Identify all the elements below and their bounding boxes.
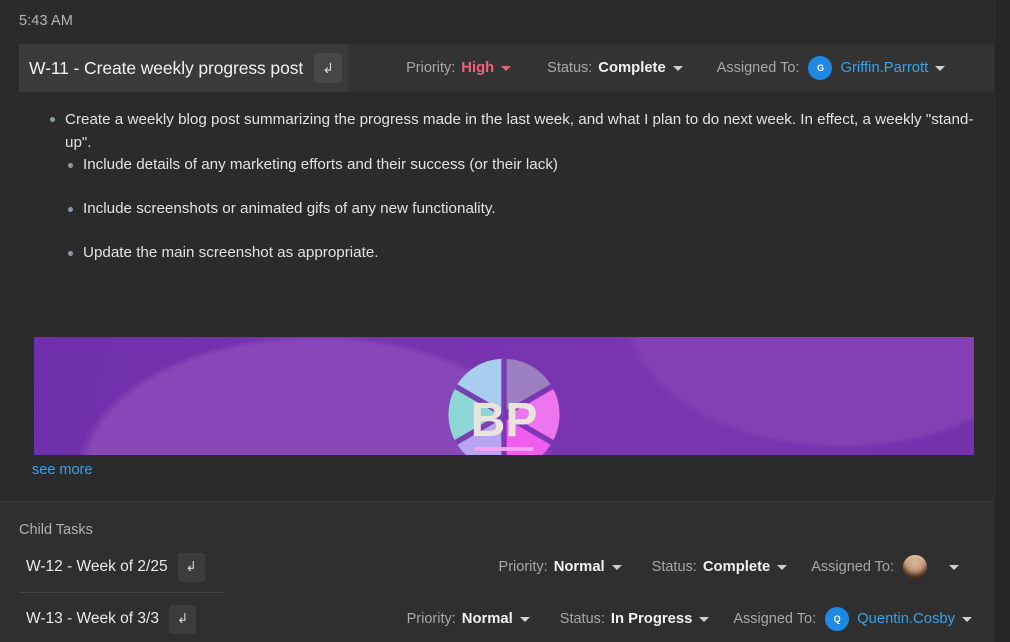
status-value[interactable]: In Progress: [611, 611, 692, 627]
table-row[interactable]: W-13 - Week of 3/3 ↲ Priority: Normal St…: [0, 594, 994, 642]
aperture-logo-icon: BP: [448, 358, 560, 455]
logo-text: BP: [471, 394, 538, 447]
chevron-down-icon[interactable]: [611, 564, 622, 570]
arrow-down-right-icon[interactable]: ↲: [177, 552, 205, 582]
priority-label: Priority:: [406, 60, 456, 76]
avatar[interactable]: Q: [825, 607, 850, 631]
status-label: Status:: [559, 611, 605, 627]
description-sublist: Include details of any marketing efforts…: [65, 154, 994, 264]
chevron-down-icon[interactable]: [672, 65, 683, 71]
assignee-name[interactable]: Quentin.Cosby: [857, 611, 955, 627]
description-list: Create a weekly blog post summarizing th…: [0, 108, 994, 264]
priority-value[interactable]: Normal: [462, 611, 513, 627]
child-task-meta: Priority: Normal Status: In Progress Ass…: [407, 607, 994, 631]
chevron-down-icon[interactable]: [935, 65, 946, 71]
list-item-text: Include details of any marketing efforts…: [83, 156, 558, 173]
arrow-down-right-icon[interactable]: ↲: [168, 604, 196, 634]
child-task-title[interactable]: W-13 - Week of 3/3: [26, 610, 159, 628]
list-item: Update the main screenshot as appropriat…: [65, 242, 994, 264]
assigned-to-label: Assigned To:: [716, 60, 800, 76]
assignee-name[interactable]: Griffin.Parrott: [840, 60, 928, 76]
banner-image: BP: [34, 337, 974, 455]
child-task-meta: Priority: Normal Status: Complete Assign…: [499, 555, 994, 579]
see-more-link[interactable]: see more: [32, 462, 92, 478]
status-label: Status:: [547, 60, 593, 76]
main-task-header: W-11 - Create weekly progress post ↲ Pri…: [19, 44, 994, 92]
status-value[interactable]: Complete: [703, 559, 770, 575]
avatar[interactable]: [903, 555, 927, 579]
list-item-text: Include screenshots or animated gifs of …: [83, 200, 496, 217]
chevron-down-icon[interactable]: [962, 616, 972, 622]
priority-value[interactable]: Normal: [554, 559, 605, 575]
avatar[interactable]: G: [808, 56, 833, 80]
priority-label: Priority:: [406, 611, 456, 627]
timestamp: 5:43 AM: [19, 13, 73, 29]
chevron-down-icon[interactable]: [501, 65, 512, 71]
chevron-down-icon[interactable]: [699, 616, 710, 622]
child-task-title-block: W-13 - Week of 3/3 ↲: [0, 604, 196, 634]
chevron-down-icon[interactable]: [777, 564, 788, 570]
task-description: Create a weekly blog post summarizing th…: [0, 108, 994, 286]
list-item: Include screenshots or animated gifs of …: [65, 198, 994, 220]
main-task-priority-group: Priority: High: [406, 44, 512, 92]
table-row[interactable]: W-12 - Week of 2/25 ↲ Priority: Normal S…: [0, 542, 994, 592]
assigned-to-label: Assigned To:: [811, 559, 894, 575]
priority-label: Priority:: [498, 559, 548, 575]
arrow-down-right-icon[interactable]: ↲: [314, 53, 343, 83]
child-tasks-heading: Child Tasks: [19, 522, 93, 538]
priority-value[interactable]: High: [461, 60, 494, 76]
chevron-down-icon[interactable]: [949, 564, 959, 570]
list-item: Include details of any marketing efforts…: [65, 154, 994, 176]
row-divider: [19, 592, 224, 593]
child-task-title-block: W-12 - Week of 2/25 ↲: [0, 552, 205, 582]
main-task-assignee-group: Assigned To: G Griffin.Parrott: [716, 44, 946, 92]
scrollbar[interactable]: [994, 0, 1010, 642]
status-label: Status:: [651, 559, 697, 575]
list-item: Create a weekly blog post summarizing th…: [47, 108, 994, 264]
chevron-down-icon[interactable]: [519, 616, 530, 622]
main-task-title-block: W-11 - Create weekly progress post ↲: [19, 44, 350, 92]
page-title: W-11 - Create weekly progress post: [29, 57, 304, 78]
assigned-to-label: Assigned To:: [733, 611, 817, 627]
list-item-text: Create a weekly blog post summarizing th…: [65, 111, 974, 151]
main-task-status-group: Status: Complete: [547, 44, 683, 92]
child-tasks-section: Child Tasks W-12 - Week of 2/25 ↲ Priori…: [0, 502, 994, 642]
status-value[interactable]: Complete: [598, 60, 665, 76]
child-task-title[interactable]: W-12 - Week of 2/25: [26, 558, 168, 576]
task-detail-page: 5:43 AM W-11 - Create weekly progress po…: [0, 0, 994, 642]
list-item-text: Update the main screenshot as appropriat…: [83, 244, 379, 261]
